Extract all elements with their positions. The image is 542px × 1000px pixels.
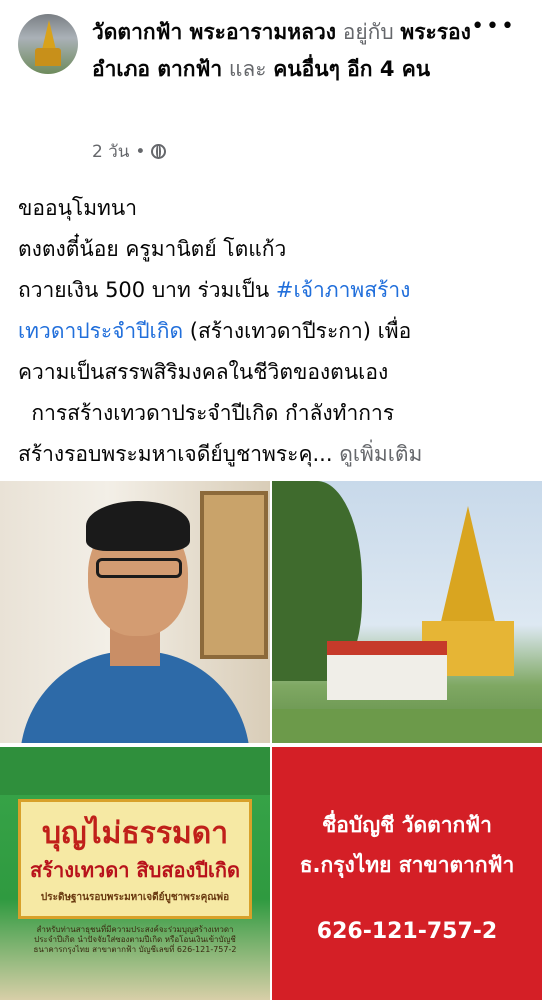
with-word: อยู่กับ (342, 20, 394, 44)
photo-temple[interactable] (272, 481, 542, 743)
text-span: (สร้างเทวดาปีระกา) เพื่อ (183, 319, 412, 343)
bank-branch: ธ.กรุงไทย สาขาตากฟ้า (299, 853, 515, 877)
text-span: ถวายเงิน 500 บาท ร่วมเป็น (18, 278, 276, 302)
text-line: ขออนุโมทนา (18, 196, 138, 220)
poster-headline: บุญไม่ธรรมดา (41, 816, 229, 851)
wall-frame (200, 491, 268, 659)
account-name: ชื่อบัญชี วัดตากฟ้า (322, 813, 492, 837)
globe-icon[interactable] (151, 144, 167, 159)
hashtag-link[interactable]: #เจ้าภาพสร้าง (276, 278, 411, 302)
meta-separator: • (135, 141, 146, 162)
text-span: สร้างรอบพระมหาเจดีย์บูชาพระคุ... (18, 442, 340, 466)
poster-caption: ประดิษฐานรอบพระมหาเจดีย์บูชาพระคุณพ่อ (40, 892, 230, 903)
photo-grid: บุญไม่ธรรมดา สร้างเทวดา สิบสองปีเกิด ประ… (0, 481, 542, 1000)
text-line: ความเป็นสรรพสิริมงคลในชีวิตของตนเอง (18, 360, 389, 384)
post-meta: 2 วัน • (92, 138, 167, 165)
account-number: 626-121-757-2 (316, 919, 498, 944)
photo-portrait[interactable] (0, 481, 270, 743)
text-line: ถวายเงิน 500 บาท ร่วมเป็น #เจ้าภาพสร้าง (18, 270, 528, 311)
and-word: และ (228, 57, 267, 81)
author-name[interactable]: วัดตากฟ้า พระอารามหลวง (92, 20, 336, 44)
page-avatar[interactable] (18, 14, 78, 74)
poster-subhead: สร้างเทวดา สิบสองปีเกิด (30, 858, 240, 882)
temple-hall (327, 641, 447, 700)
pagoda-spire (440, 506, 496, 626)
tagged-others[interactable]: คนอื่นๆ อีก 4 คน (273, 57, 430, 81)
photo-poster[interactable]: บุญไม่ธรรมดา สร้างเทวดา สิบสองปีเกิด ประ… (0, 747, 270, 1000)
post-time[interactable]: 2 วัน (92, 138, 129, 165)
poster-band (0, 747, 270, 795)
portrait-hair (86, 501, 190, 551)
pagoda-icon (42, 20, 56, 50)
text-line: ตงตงตี๋น้อย ครูมานิตย์ โตแก้ว (18, 237, 287, 261)
pagoda-base (35, 48, 61, 66)
photo-account-card[interactable]: ชื่อบัญชี วัดตากฟ้า ธ.กรุงไทย สาขาตากฟ้า… (272, 747, 542, 1000)
text-line: สร้างรอบพระมหาเจดีย์บูชาพระคุ... ดูเพิ่ม… (18, 434, 528, 475)
hashtag-link-cont[interactable]: เทวดาประจำปีเกิด (18, 319, 183, 343)
see-more-link[interactable]: ดูเพิ่มเติม (339, 442, 422, 466)
glasses-icon (96, 558, 182, 578)
post-header: วัดตากฟ้า พระอารามหลวง อยู่กับ พระรองอำเ… (0, 0, 542, 180)
text-line: การสร้างเทวดาประจำปีเกิด กำลังทำการ (18, 401, 395, 425)
post-title: วัดตากฟ้า พระอารามหลวง อยู่กับ พระรองอำเ… (92, 14, 482, 88)
poster-box: บุญไม่ธรรมดา สร้างเทวดา สิบสองปีเกิด ประ… (18, 799, 252, 919)
text-line: เทวดาประจำปีเกิด (สร้างเทวดาปีระกา) เพื่… (18, 311, 528, 352)
post-text: ขออนุโมทนา ตงตงตี๋น้อย ครูมานิตย์ โตแก้ว… (18, 188, 528, 475)
lawn (272, 709, 542, 743)
more-horizontal-icon[interactable]: ••• (471, 14, 516, 39)
poster-fine-print: สำหรับท่านสาธุชนที่มีความประสงค์จะร่วมบุ… (33, 925, 237, 954)
